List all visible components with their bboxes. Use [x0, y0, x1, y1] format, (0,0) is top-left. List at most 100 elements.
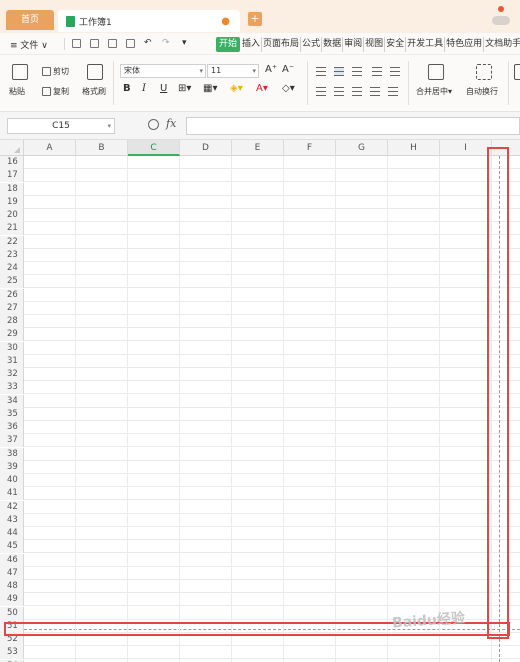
align-top-icon[interactable]: [316, 67, 326, 76]
row-header[interactable]: 17: [0, 169, 24, 183]
tab-doc-assistant[interactable]: 文档助手: [484, 37, 520, 52]
column-header-c[interactable]: C: [128, 140, 180, 156]
new-tab-button[interactable]: +: [248, 12, 262, 26]
tab-developer[interactable]: 开发工具: [406, 37, 446, 52]
increase-font-button[interactable]: A⁺: [265, 64, 277, 75]
spreadsheet-grid[interactable]: ABCDEFGHI 16 17 18 19 20 21 22 23 24 25 26 27 28 29 30…: [0, 140, 520, 662]
row-header[interactable]: 20: [0, 209, 24, 222]
row-header[interactable]: 29: [0, 328, 24, 342]
row-header[interactable]: 42: [0, 500, 24, 514]
copy-button[interactable]: 复制: [42, 86, 69, 97]
column-header-g[interactable]: G: [336, 140, 388, 156]
document-tab[interactable]: 工作簿1 ●: [58, 10, 240, 32]
column-header-d[interactable]: D: [180, 140, 232, 156]
borders-icon[interactable]: ⊞▾: [178, 83, 191, 94]
undo-icon[interactable]: ↶: [144, 38, 152, 48]
redo-icon[interactable]: ↷: [162, 38, 170, 48]
fill-color-icon[interactable]: ◈▾: [230, 83, 243, 94]
tab-formulas[interactable]: 公式: [301, 37, 323, 52]
more-ribbon-icon[interactable]: [514, 64, 520, 80]
paste-icon[interactable]: [12, 64, 28, 80]
merge-center-button[interactable]: 合并居中▾: [416, 86, 452, 97]
row-header[interactable]: 18: [0, 182, 24, 196]
home-tab[interactable]: 首页: [6, 10, 54, 30]
row-header[interactable]: 37: [0, 434, 24, 448]
tab-home[interactable]: 开始: [216, 37, 241, 52]
column-header-a[interactable]: A: [24, 140, 76, 156]
wrap-text-button[interactable]: 自动换行: [466, 86, 498, 97]
row-header[interactable]: 24: [0, 262, 24, 275]
select-all-corner[interactable]: [0, 140, 24, 156]
row-header[interactable]: 25: [0, 275, 24, 289]
wrap-text-icon[interactable]: [476, 64, 492, 80]
tab-data[interactable]: 数据: [322, 37, 344, 52]
row-header[interactable]: 43: [0, 513, 24, 527]
align-bottom-icon[interactable]: [352, 67, 362, 76]
bold-button[interactable]: B: [123, 83, 131, 94]
row-header[interactable]: 26: [0, 288, 24, 302]
row-header[interactable]: 34: [0, 394, 24, 408]
row-header[interactable]: 31: [0, 354, 24, 368]
format-painter-icon[interactable]: [87, 64, 103, 80]
save-icon[interactable]: [72, 39, 81, 48]
row-header[interactable]: 36: [0, 421, 24, 434]
cut-button[interactable]: 剪切: [42, 66, 69, 77]
row-header[interactable]: 32: [0, 368, 24, 381]
row-header[interactable]: 22: [0, 235, 24, 249]
align-right-icon[interactable]: [352, 87, 362, 96]
quick-access-more[interactable]: ▾: [182, 38, 187, 48]
indent-decrease-icon[interactable]: [372, 67, 382, 76]
row-header[interactable]: 35: [0, 407, 24, 421]
row-header[interactable]: 27: [0, 301, 24, 315]
row-header[interactable]: 28: [0, 315, 24, 328]
paste-button[interactable]: 粘贴: [9, 86, 25, 97]
tab-insert[interactable]: 插入: [241, 37, 263, 52]
row-header[interactable]: 23: [0, 248, 24, 262]
tab-review[interactable]: 审阅: [343, 37, 365, 52]
row-header[interactable]: 46: [0, 553, 24, 567]
format-painter-button[interactable]: 格式刷: [82, 86, 106, 97]
column-header-e[interactable]: E: [232, 140, 284, 156]
row-header[interactable]: 44: [0, 527, 24, 540]
align-left-icon[interactable]: [316, 87, 326, 96]
print-preview-icon[interactable]: [126, 39, 135, 48]
align-center-icon[interactable]: [334, 87, 344, 96]
tab-special[interactable]: 特色应用: [445, 37, 485, 52]
function-wizard-button[interactable]: fx: [166, 117, 176, 130]
font-name-select[interactable]: 宋体 ▾: [120, 64, 206, 78]
print-icon[interactable]: [108, 39, 117, 48]
distribute-icon[interactable]: [388, 87, 398, 96]
formula-input[interactable]: [186, 117, 520, 135]
merge-center-icon[interactable]: [428, 64, 444, 80]
row-header[interactable]: 50: [0, 606, 24, 620]
row-header[interactable]: 39: [0, 460, 24, 474]
tab-page-layout[interactable]: 页面布局: [262, 37, 302, 52]
tab-security[interactable]: 安全: [385, 37, 407, 52]
row-header[interactable]: 30: [0, 341, 24, 355]
row-header[interactable]: 53: [0, 646, 24, 660]
row-header[interactable]: 47: [0, 566, 24, 580]
italic-button[interactable]: I: [142, 83, 146, 94]
row-header[interactable]: 21: [0, 222, 24, 236]
row-header[interactable]: 33: [0, 381, 24, 395]
account-icon[interactable]: [490, 4, 514, 28]
row-header[interactable]: 48: [0, 580, 24, 593]
font-color-button[interactable]: A▾: [256, 83, 268, 94]
row-header[interactable]: 41: [0, 487, 24, 501]
align-middle-icon[interactable]: [334, 67, 344, 76]
column-header-h[interactable]: H: [388, 140, 440, 156]
row-header[interactable]: 45: [0, 540, 24, 554]
row-header[interactable]: 49: [0, 593, 24, 607]
row-header[interactable]: 40: [0, 474, 24, 487]
column-header-i[interactable]: I: [440, 140, 492, 156]
underline-button[interactable]: U: [160, 83, 167, 94]
column-header-b[interactable]: B: [76, 140, 128, 156]
row-header[interactable]: 16: [0, 156, 24, 169]
justify-icon[interactable]: [370, 87, 380, 96]
cell-style-icon[interactable]: ▦▾: [203, 83, 217, 94]
indent-increase-icon[interactable]: [390, 67, 400, 76]
zoom-icon[interactable]: [148, 119, 159, 130]
row-header[interactable]: 19: [0, 195, 24, 209]
decrease-font-button[interactable]: A⁻: [282, 64, 294, 75]
column-header-f[interactable]: F: [284, 140, 336, 156]
